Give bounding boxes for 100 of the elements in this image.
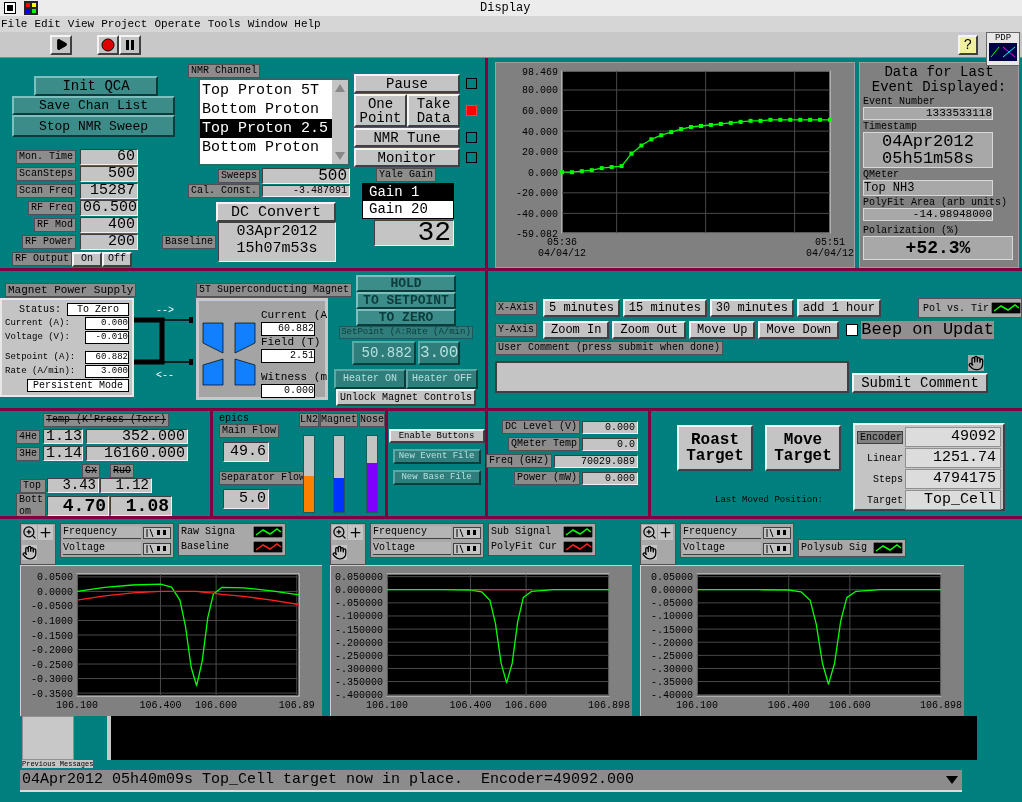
menu-item[interactable]: Edit (34, 15, 61, 33)
point (808, 117, 813, 122)
enable-buttons-button[interactable]: Enable Buttons (388, 429, 485, 443)
checkbox[interactable] (846, 324, 859, 336)
run-button[interactable] (50, 34, 72, 55)
point (609, 165, 614, 170)
value-field[interactable]: 500 (80, 166, 138, 182)
value-field: 1.14 (43, 446, 83, 461)
legend-label: Sub Signal (491, 526, 552, 538)
hand-tool-icon[interactable] (22, 544, 37, 560)
stop-button[interactable] (97, 34, 119, 55)
target-button[interactable]: Move Target (765, 425, 841, 471)
axis-tick-label: 20.000 (522, 147, 558, 159)
window-menu-icon[interactable] (4, 2, 16, 14)
value-field[interactable]: 60 (80, 149, 138, 165)
zoom-icon[interactable] (22, 525, 37, 540)
value-field[interactable]: 500 (262, 168, 350, 184)
zoom-icon[interactable] (332, 525, 347, 540)
field-label: Status: (19, 304, 61, 315)
hand-tool-icon[interactable] (332, 544, 347, 560)
value-field[interactable]: 60.882 (85, 351, 129, 364)
menu-item[interactable]: Operate (154, 15, 201, 33)
field-label: RF Output (12, 252, 72, 266)
point (679, 127, 684, 132)
comment-field[interactable] (495, 361, 849, 393)
field-label: X-Axis (495, 301, 537, 315)
submit-comment-button[interactable]: Submit Comment (852, 373, 988, 393)
menu-item[interactable]: Help (294, 15, 321, 33)
axis-tick-label: 106.100 (365, 700, 409, 711)
axis-selector[interactable]: Voltage (63, 542, 141, 555)
dc-convert-button[interactable]: DC Convert (216, 202, 336, 222)
hand-tool-icon[interactable] (968, 355, 984, 371)
action-button[interactable]: Take Data (407, 94, 460, 127)
field-label: Temp (K'Press (Torr) (43, 413, 170, 427)
time-range-button[interactable]: 30 minutes (709, 299, 794, 317)
time-range-button[interactable]: add 1 hour (796, 299, 881, 317)
value-field[interactable]: 400 (80, 217, 138, 233)
zoom-button[interactable]: Move Down (758, 321, 840, 339)
field-label: Sweeps (218, 169, 260, 183)
point (798, 117, 803, 122)
plus-icon[interactable] (658, 525, 673, 540)
menu-item[interactable]: Tools (207, 15, 241, 33)
value-field[interactable]: 06.500 (80, 200, 138, 216)
menu-item[interactable]: View (67, 15, 95, 33)
axis-tick-label: -.300000 (335, 663, 383, 675)
hand-tool-icon[interactable] (642, 544, 657, 560)
source-label: epics (219, 413, 250, 424)
axis-tick-label: -0.3000 (31, 674, 73, 686)
point (629, 151, 634, 156)
toggle-button[interactable]: Off (102, 251, 132, 267)
help-button[interactable]: ? (958, 34, 978, 55)
axis-selector[interactable]: Frequency (63, 526, 141, 539)
value-field[interactable]: 3.000 (85, 365, 129, 378)
plus-icon[interactable] (38, 525, 53, 540)
field-label: 4He (16, 429, 40, 444)
target-button[interactable]: Roast Target (677, 425, 753, 471)
value-field[interactable]: 200 (80, 234, 138, 250)
field-label: LN2 (299, 413, 319, 427)
menu-item[interactable]: Project (101, 15, 148, 33)
axis-tick-label: -.15000 (651, 624, 693, 636)
value-field[interactable]: 15287 (80, 183, 138, 199)
menu-item[interactable]: Window (247, 15, 288, 33)
zoom-button[interactable]: Zoom In (543, 321, 610, 339)
menu-item[interactable]: File (1, 15, 28, 33)
dropdown-arrow-icon[interactable] (946, 776, 958, 784)
axis-tick-label: -.20000 (651, 637, 693, 649)
stop-nmr-sweep-button[interactable]: Stop NMR Sweep (12, 115, 175, 137)
field-label: Scan Freq (16, 184, 76, 198)
axis-format-icon[interactable] (143, 542, 171, 555)
list-item[interactable]: Gain 1 (363, 184, 453, 201)
axis-format-icon[interactable] (763, 526, 791, 539)
scrollbar[interactable] (332, 80, 348, 164)
toggle-button[interactable]: On (72, 251, 102, 267)
axis-format-icon[interactable] (763, 542, 791, 555)
action-button[interactable]: Monitor (354, 148, 460, 167)
init-qca-button[interactable]: Init QCA (34, 76, 158, 96)
axis-selector[interactable]: Voltage (683, 542, 761, 555)
action-button[interactable]: One Point (354, 94, 407, 127)
axis-format-icon[interactable] (143, 526, 171, 539)
axis-selector[interactable]: Frequency (373, 526, 451, 539)
zoom-button[interactable]: Move Up (689, 321, 756, 339)
axis-selector[interactable]: Frequency (683, 526, 761, 539)
axis-tick-label: -0.2000 (31, 645, 73, 656)
axis-selector[interactable]: Voltage (373, 542, 451, 555)
axis-format-icon[interactable] (453, 526, 481, 539)
zoom-button[interactable]: Zoom Out (612, 321, 687, 339)
field-label: Magnet (320, 413, 359, 427)
axis-tick-label: 106.600 (194, 700, 239, 711)
pause-button[interactable] (119, 34, 141, 55)
save-chan-list-button[interactable]: Save Chan List (12, 96, 175, 115)
time-range-button[interactable]: 5 minutes (543, 299, 620, 317)
action-button[interactable]: NMR Tune (354, 128, 460, 147)
time-range-button[interactable]: 15 minutes (622, 299, 707, 317)
axis-format-icon[interactable] (453, 542, 481, 555)
plus-icon[interactable] (348, 525, 363, 540)
value-field: 04Apr2012 05h51m58s (863, 132, 993, 168)
point (778, 117, 783, 122)
action-button[interactable]: Pause (354, 74, 460, 93)
list-item[interactable]: Top Proton 2.5 (200, 119, 332, 138)
zoom-icon[interactable] (642, 525, 657, 540)
